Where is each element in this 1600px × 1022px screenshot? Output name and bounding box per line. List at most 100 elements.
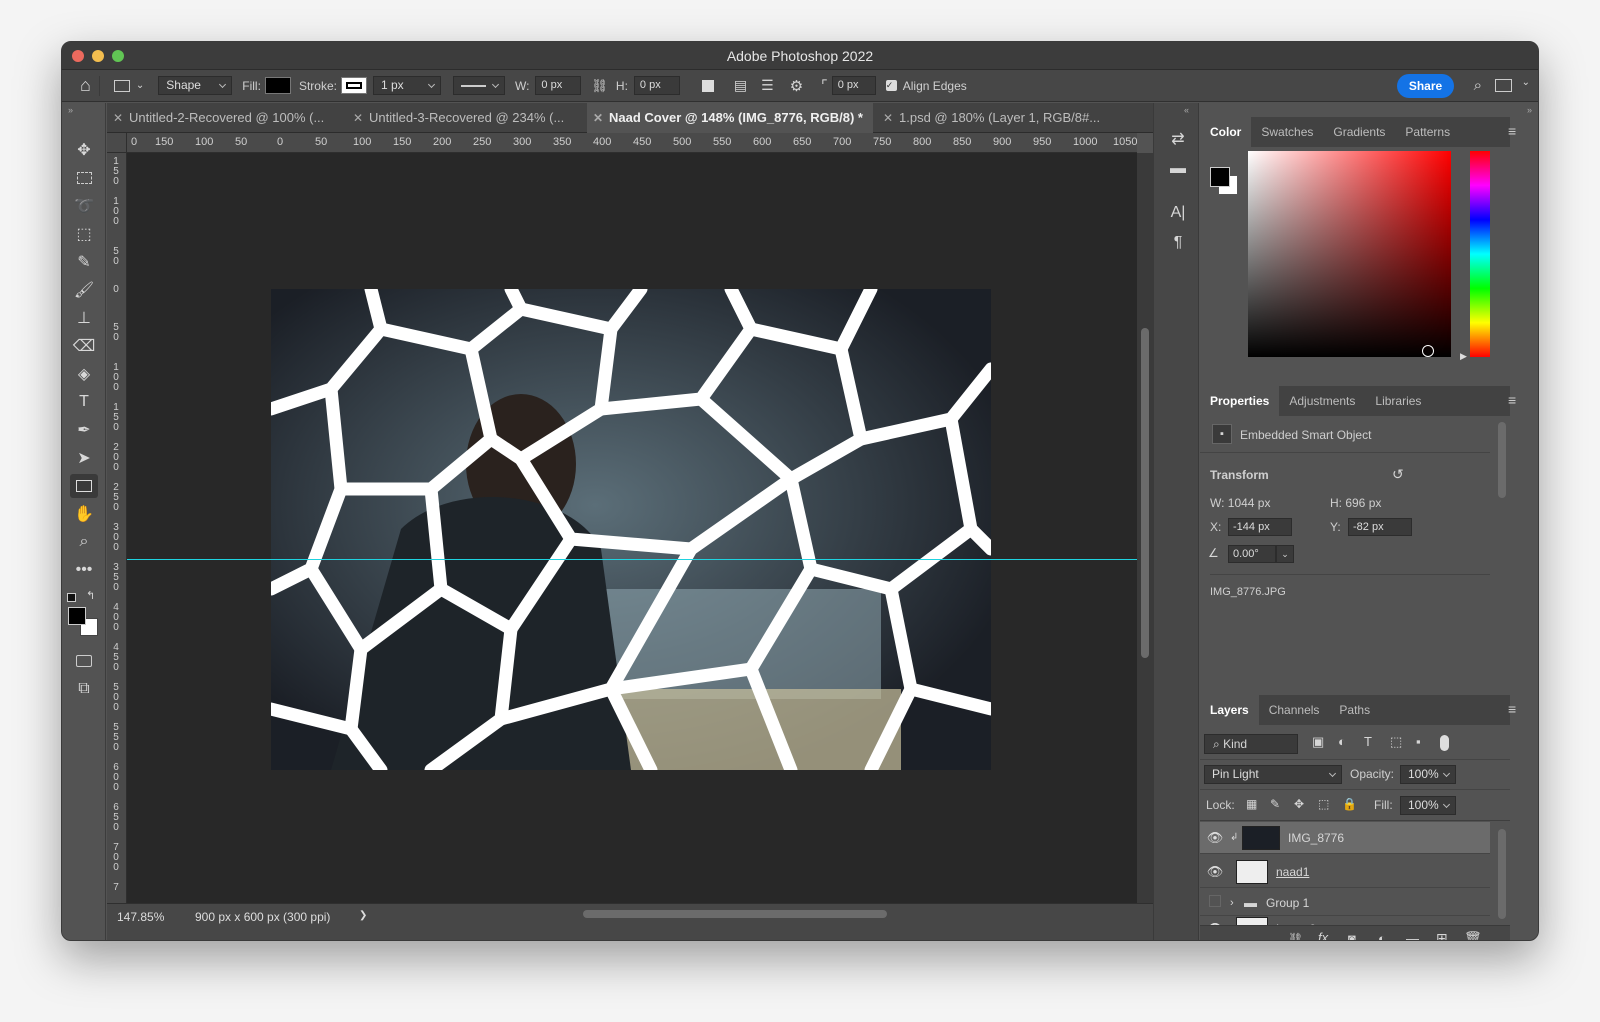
- filter-toggle-icon[interactable]: [1440, 735, 1449, 751]
- eye-icon[interactable]: 👁: [1200, 830, 1230, 846]
- layer-name[interactable]: naad1: [1276, 865, 1309, 879]
- minimize-window-button[interactable]: [92, 50, 104, 62]
- vertical-scrollbar[interactable]: [1137, 153, 1153, 903]
- gear-icon[interactable]: ⚙: [790, 77, 803, 95]
- type-filter-icon[interactable]: T: [1364, 734, 1372, 749]
- shape-mode-dropdown[interactable]: Shape: [158, 76, 233, 95]
- close-icon[interactable]: ✕: [593, 103, 603, 133]
- default-colors-icon[interactable]: [67, 593, 76, 602]
- search-icon[interactable]: ⌕: [1474, 77, 1482, 94]
- zoom-window-button[interactable]: [112, 50, 124, 62]
- canvas-area[interactable]: [127, 153, 1137, 903]
- horizontal-guide-line[interactable]: [127, 559, 1137, 560]
- layer-row[interactable]: › ▬ Group 1: [1200, 890, 1490, 916]
- chevron-right-icon[interactable]: ›: [1230, 897, 1244, 909]
- path-selection-tool-icon[interactable]: ➤: [70, 446, 98, 470]
- y-field[interactable]: -82 px: [1348, 518, 1412, 536]
- chevron-right-icon[interactable]: ❯: [359, 910, 367, 921]
- height-field[interactable]: 0 px: [633, 76, 680, 95]
- angle-field[interactable]: 0.00°: [1228, 545, 1276, 563]
- adjustment-layer-icon[interactable]: ◐: [1378, 931, 1386, 940]
- visibility-toggle[interactable]: [1200, 895, 1230, 910]
- layer-row[interactable]: 👁 ↲ IMG_8776: [1200, 822, 1490, 854]
- trash-icon[interactable]: 🗑: [1464, 930, 1482, 940]
- hue-slider[interactable]: [1470, 151, 1490, 357]
- layer-name[interactable]: Group 1: [1266, 896, 1309, 910]
- zoom-tool-icon[interactable]: ⌕: [70, 530, 98, 554]
- stroke-width-dropdown[interactable]: 1 px: [372, 76, 441, 95]
- tab-1-psd[interactable]: ✕ 1.psd @ 180% (Layer 1, RGB/8#...: [877, 103, 1113, 133]
- tab-adjustments[interactable]: Adjustments: [1279, 386, 1365, 416]
- tool-preset-picker[interactable]: ⌄: [113, 79, 144, 92]
- fx-icon[interactable]: fx: [1318, 930, 1328, 940]
- type-tool-icon[interactable]: T: [70, 390, 98, 414]
- marquee-tool-icon[interactable]: [70, 166, 98, 190]
- character-icon[interactable]: A|: [1166, 201, 1190, 225]
- new-group-icon[interactable]: ▬: [1406, 931, 1419, 940]
- fill-field[interactable]: 100%: [1400, 796, 1456, 815]
- stroke-swatch[interactable]: [340, 77, 367, 94]
- tab-untitled-2[interactable]: ✕ Untitled-2-Recovered @ 100% (...: [107, 103, 343, 133]
- collapse-icon[interactable]: »: [68, 105, 73, 115]
- workspace-icon[interactable]: [1495, 79, 1512, 92]
- new-layer-icon[interactable]: ⊞: [1436, 930, 1448, 940]
- x-field[interactable]: -144 px: [1228, 518, 1292, 536]
- comments-icon[interactable]: ▬: [1166, 157, 1190, 181]
- screen-mode-icon[interactable]: ⧉: [70, 677, 98, 701]
- link-layers-icon[interactable]: ⛓: [1288, 932, 1303, 940]
- move-tool-icon[interactable]: ✥: [70, 138, 98, 162]
- paragraph-icon[interactable]: ¶: [1166, 231, 1190, 255]
- foreground-color-swatch[interactable]: [68, 607, 86, 625]
- paint-bucket-tool-icon[interactable]: ◈: [70, 362, 98, 386]
- reset-transform-icon[interactable]: ↺: [1392, 466, 1404, 483]
- close-window-button[interactable]: [72, 50, 84, 62]
- pixel-filter-icon[interactable]: ▣: [1312, 734, 1324, 750]
- share-button[interactable]: Share: [1397, 74, 1454, 98]
- tab-properties[interactable]: Properties: [1200, 386, 1280, 416]
- eraser-tool-icon[interactable]: ⌫: [70, 334, 98, 358]
- path-alignment-icon[interactable]: ▤: [734, 77, 747, 94]
- layer-row[interactable]: 👁 naad1: [1200, 856, 1490, 888]
- smart-object-filter-icon[interactable]: ▪: [1416, 734, 1421, 749]
- hue-slider-handle[interactable]: ▶: [1460, 351, 1467, 362]
- pen-tool-icon[interactable]: ✒: [70, 418, 98, 442]
- hand-tool-icon[interactable]: ✋: [70, 502, 98, 526]
- close-icon[interactable]: ✕: [883, 103, 893, 133]
- object-selection-tool-icon[interactable]: ⬚: [70, 222, 98, 246]
- width-field[interactable]: 0 px: [535, 76, 582, 95]
- fill-swatch[interactable]: [264, 77, 291, 94]
- eyedropper-tool-icon[interactable]: ✎: [70, 250, 98, 274]
- link-icon[interactable]: ⛓: [591, 78, 608, 94]
- panel-menu-icon[interactable]: ≡: [1508, 123, 1522, 139]
- tab-gradients[interactable]: Gradients: [1323, 117, 1395, 147]
- layer-name[interactable]: IMG_8776: [1288, 831, 1344, 845]
- chevron-down-icon[interactable]: ⌄: [1522, 77, 1530, 88]
- quick-mask-icon[interactable]: [70, 649, 98, 673]
- stroke-type-dropdown[interactable]: [452, 76, 505, 95]
- path-arrangement-icon[interactable]: ☰: [761, 77, 774, 94]
- history-icon[interactable]: ⇄: [1166, 127, 1190, 151]
- tab-channels[interactable]: Channels: [1259, 695, 1330, 725]
- layers-scrollbar-thumb[interactable]: [1498, 829, 1506, 919]
- color-picker-cursor[interactable]: [1422, 345, 1434, 357]
- add-mask-icon[interactable]: ◙: [1348, 931, 1356, 940]
- tab-layers[interactable]: Layers: [1200, 695, 1259, 725]
- close-icon[interactable]: ✕: [113, 103, 123, 133]
- tab-swatches[interactable]: Swatches: [1251, 117, 1323, 147]
- zoom-level[interactable]: 147.85%: [117, 910, 164, 924]
- lock-artboard-icon[interactable]: ⬚: [1318, 797, 1329, 811]
- panel-menu-icon[interactable]: ≡: [1508, 392, 1522, 408]
- adjustment-filter-icon[interactable]: ◐: [1338, 734, 1346, 749]
- opacity-field[interactable]: 100%: [1400, 765, 1456, 784]
- more-tools-icon[interactable]: •••: [70, 558, 98, 582]
- lock-transparent-icon[interactable]: ▦: [1246, 797, 1257, 811]
- tab-untitled-3[interactable]: ✕ Untitled-3-Recovered @ 234% (...: [347, 103, 583, 133]
- path-operations-icon[interactable]: [701, 79, 714, 92]
- lasso-tool-icon[interactable]: ➰: [70, 194, 98, 218]
- rectangle-tool-icon[interactable]: [70, 474, 98, 498]
- tab-libraries[interactable]: Libraries: [1365, 386, 1431, 416]
- expand-icon[interactable]: «: [1184, 105, 1189, 115]
- chevron-down-icon[interactable]: ⌄: [1276, 545, 1294, 563]
- panel-scrollbar-thumb[interactable]: [1498, 422, 1506, 498]
- lock-all-icon[interactable]: 🔒: [1342, 797, 1357, 811]
